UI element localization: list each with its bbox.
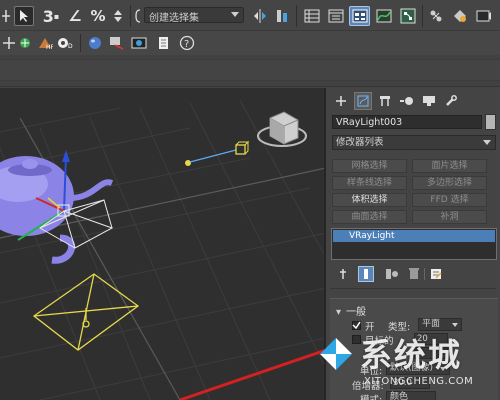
material-editor-icon[interactable] — [426, 6, 446, 26]
modifier-button-mesh-select[interactable]: 网格选择 — [332, 159, 407, 173]
graphite-tools-icon[interactable] — [2, 35, 16, 51]
move-icon[interactable] — [2, 8, 10, 24]
object-name-field[interactable]: VRayLight003 — [332, 115, 482, 129]
units-label: 单位: — [360, 366, 383, 377]
spinner-snap-icon[interactable] — [110, 8, 126, 24]
help-icon[interactable]: ? — [178, 34, 196, 52]
utilities-tab-icon[interactable] — [442, 92, 460, 110]
multiplier-label: 倍增器: — [352, 381, 384, 392]
command-panel: VRayLight003 修改器列表 网格选择 面片选择 样条线选择 多边形选择… — [326, 88, 500, 400]
scene-explorer-button[interactable] — [349, 6, 370, 26]
remove-modifier-icon[interactable] — [406, 266, 422, 282]
command-panel-tabs — [330, 92, 498, 110]
toggle-ribbon-icon[interactable] — [326, 6, 346, 26]
light-on-label: 开 — [365, 322, 375, 333]
viewcube — [257, 111, 307, 147]
modifier-button-surface-select[interactable]: 曲面选择 — [332, 210, 407, 224]
viewport-scene — [0, 99, 326, 400]
schematic-view-icon[interactable] — [398, 6, 418, 26]
modifier-button-vol-select[interactable]: 体积选择 — [332, 193, 407, 207]
render-environment-icon[interactable] — [86, 35, 104, 51]
svg-text:D: D — [68, 43, 73, 50]
svg-text:HF: HF — [46, 44, 53, 50]
modifier-button-poly-select[interactable]: 多边形选择 — [412, 176, 487, 190]
hierarchy-tab-icon[interactable] — [376, 92, 394, 110]
freeform-icon[interactable] — [16, 35, 34, 51]
align-icon[interactable] — [272, 6, 292, 26]
general-rollout: ▾ 一般 开 类型: 平面 目标的 20 3 单位: 默认(图像) 倍增器: 30… — [330, 298, 498, 400]
paint-objects-icon[interactable]: HF — [36, 35, 54, 51]
pin-stack-icon[interactable] — [336, 266, 350, 282]
target-spinner-1[interactable]: 20 — [414, 333, 448, 345]
modifier-button-ffd-select[interactable]: FFD 选择 — [412, 193, 487, 207]
target-label: 目标的 — [365, 336, 394, 347]
motion-tab-icon[interactable] — [398, 92, 416, 110]
target-checkbox[interactable] — [352, 335, 361, 344]
modifier-button-cap-holes[interactable]: 补洞 — [412, 210, 487, 224]
light-on-checkbox[interactable] — [352, 321, 361, 330]
edit-named-sets-icon[interactable] — [134, 8, 142, 24]
populate-icon[interactable]: D — [56, 35, 76, 51]
configure-modifier-sets-icon[interactable] — [428, 266, 444, 282]
display-tab-icon[interactable] — [420, 92, 438, 110]
target-spinner-2[interactable]: 3 — [414, 347, 448, 359]
object-color-swatch[interactable] — [485, 114, 496, 130]
modifier-list-dropdown[interactable]: 修改器列表 — [332, 135, 496, 150]
document-icon[interactable] — [156, 35, 172, 51]
modifier-button-patch-select[interactable]: 面片选择 — [412, 159, 487, 173]
ribbon-strip — [0, 59, 500, 81]
select-object-button[interactable] — [14, 6, 34, 26]
perspective-viewport[interactable] — [0, 88, 326, 400]
svg-text:?: ? — [184, 39, 189, 50]
main-toolbar: 3 ▪ ∠ % 创建选择集 — [0, 0, 500, 31]
general-rollout-header[interactable]: ▾ 一般 — [336, 303, 366, 318]
snap-toggle-button[interactable]: 3 ▪ — [40, 6, 62, 26]
make-unique-icon[interactable] — [384, 266, 400, 282]
ribbon-area — [0, 55, 500, 87]
type-label: 类型: — [388, 322, 411, 333]
create-tab-icon[interactable] — [332, 92, 350, 110]
curve-editor-icon[interactable] — [374, 6, 394, 26]
show-end-result-icon[interactable] — [358, 266, 374, 282]
modifier-button-spline-select[interactable]: 样条线选择 — [332, 176, 407, 190]
modifier-stack-item-vraylight[interactable]: VRayLight — [333, 230, 495, 242]
layer-explorer-icon[interactable] — [302, 6, 322, 26]
rendered-frame-window-icon[interactable] — [474, 6, 494, 26]
modifier-stack[interactable]: VRayLight — [331, 228, 497, 260]
mode-dropdown[interactable]: 颜色 — [386, 391, 436, 400]
vray-plane-light — [32, 273, 140, 351]
secondary-toolbar: HF D ? — [0, 31, 500, 55]
render-production-icon[interactable] — [108, 35, 126, 51]
units-dropdown[interactable]: 默认(图像) — [386, 362, 450, 375]
light-type-dropdown[interactable]: 平面 — [418, 318, 462, 331]
named-selection-set-dropdown[interactable]: 创建选择集 — [144, 7, 244, 24]
render-setup-icon[interactable] — [450, 6, 470, 26]
modify-tab-icon[interactable] — [354, 92, 372, 110]
multiplier-spinner[interactable]: 30.0 — [390, 377, 430, 389]
mirror-icon[interactable] — [250, 6, 270, 26]
mode-label: 模式: — [360, 392, 382, 400]
stack-tools — [332, 266, 492, 282]
vray-frame-buffer-icon[interactable] — [130, 35, 148, 51]
percent-snap-button[interactable]: % — [88, 6, 108, 26]
angle-snap-button[interactable]: ∠ — [64, 6, 86, 26]
